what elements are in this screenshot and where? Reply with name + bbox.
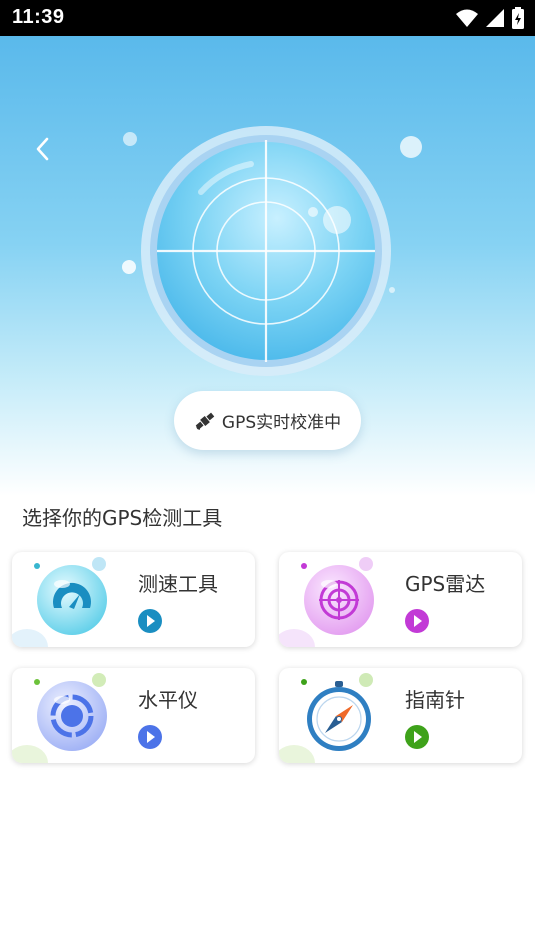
back-button[interactable]: [26, 132, 60, 166]
play-button[interactable]: [405, 725, 429, 749]
status-bar: 11:39: [0, 0, 535, 36]
tool-card-speed[interactable]: 测速工具: [12, 552, 255, 647]
wifi-icon: [456, 9, 478, 27]
section-title: 选择你的GPS检测工具: [22, 506, 223, 530]
decor-bubble: [122, 260, 136, 274]
tool-card-level[interactable]: 水平仪: [12, 668, 255, 763]
gps-calibration-button[interactable]: GPS实时校准中: [174, 391, 361, 450]
tool-label: 指南针: [405, 688, 465, 712]
cell-signal-icon: [486, 9, 504, 27]
level-icon: [37, 681, 107, 751]
tool-label: 水平仪: [138, 688, 198, 712]
status-icons: [455, 6, 525, 30]
tool-label: GPS雷达: [405, 572, 486, 596]
radar-icon: [304, 565, 374, 635]
play-button[interactable]: [138, 725, 162, 749]
compass-icon: [307, 681, 371, 751]
decor-bubble: [400, 136, 422, 158]
satellite-icon: [195, 412, 215, 430]
tool-card-gps-radar[interactable]: GPS雷达: [279, 552, 522, 647]
gps-radar-graphic: [141, 122, 391, 380]
gps-calibration-label: GPS实时校准中: [221, 413, 342, 433]
play-button[interactable]: [138, 609, 162, 633]
tool-card-compass[interactable]: 指南针: [279, 668, 522, 763]
tool-label: 测速工具: [138, 572, 218, 596]
chevron-left-icon: [36, 137, 49, 161]
speedometer-icon: [37, 565, 107, 635]
decor-bubble: [123, 132, 137, 146]
battery-icon: [512, 7, 524, 29]
play-button[interactable]: [405, 609, 429, 633]
radar-icon: [141, 126, 391, 376]
status-time: 11:39: [12, 6, 65, 28]
